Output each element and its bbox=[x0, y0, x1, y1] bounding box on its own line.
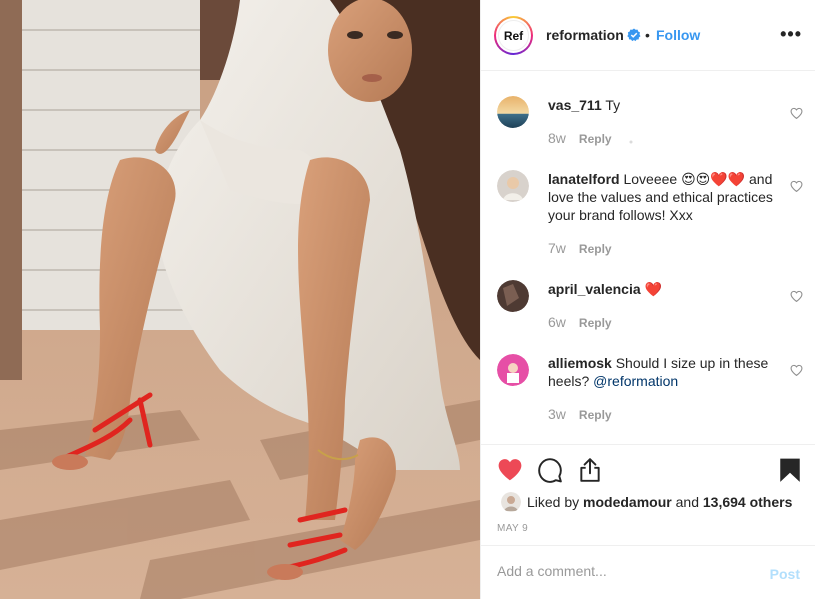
commenter-avatar[interactable] bbox=[497, 96, 529, 128]
comment-icon[interactable] bbox=[537, 457, 563, 483]
reply-button[interactable]: Reply bbox=[579, 242, 612, 256]
reply-button[interactable]: Reply bbox=[579, 316, 612, 330]
post-comment-button[interactable]: Post bbox=[770, 566, 800, 582]
comment-time: 6w bbox=[548, 314, 566, 330]
comments-list[interactable]: vas_711 Ty 8w Reply lanatelford Loveeee 😍… bbox=[481, 72, 815, 444]
comment-meta: 8w Reply bbox=[548, 130, 612, 146]
account-username[interactable]: reformation bbox=[546, 27, 624, 43]
comment-item: alliemosk Should I size up in these heel… bbox=[497, 354, 807, 434]
add-comment-bar: Post bbox=[481, 545, 815, 599]
comment-text: ❤️ bbox=[640, 281, 662, 297]
comment-item: vas_711 Ty 8w Reply bbox=[497, 96, 807, 156]
comment-meta: 7w Reply bbox=[548, 240, 612, 256]
comment-item: lanatelford Loveeee 😍😍❤️❤️ and love the … bbox=[497, 170, 807, 260]
comment-username[interactable]: vas_711 bbox=[548, 97, 602, 113]
likes-summary: Liked by modedamour and 13,694 others bbox=[501, 492, 792, 512]
more-options-button[interactable]: ••• bbox=[780, 25, 802, 43]
avatar-logo: Ref bbox=[498, 20, 529, 51]
likes-prefix: Liked by bbox=[527, 494, 580, 510]
comment-item: april_valencia ❤️ 6w Reply bbox=[497, 280, 807, 340]
share-icon[interactable] bbox=[577, 457, 603, 483]
post-details-panel: Ref reformation • Follow ••• vas_711 Ty … bbox=[480, 0, 815, 599]
post-date: MAY 9 bbox=[497, 523, 529, 534]
post-photo[interactable] bbox=[0, 0, 480, 599]
likes-count[interactable]: 13,694 others bbox=[703, 494, 793, 510]
verified-badge-icon bbox=[627, 28, 641, 42]
reply-button[interactable]: Reply bbox=[579, 408, 612, 422]
commenter-avatar[interactable] bbox=[497, 354, 529, 386]
heart-filled-icon[interactable] bbox=[497, 457, 523, 483]
comment-username[interactable]: alliemosk bbox=[548, 355, 612, 371]
comment-time: 3w bbox=[548, 406, 566, 422]
comment-time: 7w bbox=[548, 240, 566, 256]
comment-meta: 3w Reply bbox=[548, 406, 612, 422]
comment-text: Ty bbox=[601, 97, 621, 113]
reply-button[interactable]: Reply bbox=[579, 132, 612, 146]
likes-and: and bbox=[675, 494, 699, 510]
heart-outline-icon[interactable] bbox=[790, 107, 803, 120]
post-header: Ref reformation • Follow ••• bbox=[481, 0, 815, 71]
post-actions: Liked by modedamour and 13,694 others MA… bbox=[481, 444, 815, 545]
comment-time: 8w bbox=[548, 130, 566, 146]
liker-username[interactable]: modedamour bbox=[583, 494, 672, 510]
account-avatar[interactable]: Ref bbox=[494, 16, 533, 55]
bookmark-filled-icon[interactable] bbox=[777, 457, 803, 483]
comment-meta: 6w Reply bbox=[548, 314, 612, 330]
heart-outline-icon[interactable] bbox=[790, 290, 803, 303]
separator-dot: • bbox=[645, 27, 650, 43]
liker-avatar[interactable] bbox=[501, 492, 521, 512]
follow-button[interactable]: Follow bbox=[656, 27, 700, 43]
comment-username[interactable]: lanatelford bbox=[548, 171, 620, 187]
photo-illustration bbox=[0, 0, 480, 599]
comment-username[interactable]: april_valencia bbox=[548, 281, 641, 297]
comment-mention-link[interactable]: @reformation bbox=[593, 373, 678, 389]
commenter-avatar[interactable] bbox=[497, 170, 529, 202]
commenter-avatar[interactable] bbox=[497, 280, 529, 312]
heart-outline-icon[interactable] bbox=[790, 180, 803, 193]
heart-outline-icon[interactable] bbox=[790, 364, 803, 377]
comment-input[interactable] bbox=[497, 563, 747, 579]
